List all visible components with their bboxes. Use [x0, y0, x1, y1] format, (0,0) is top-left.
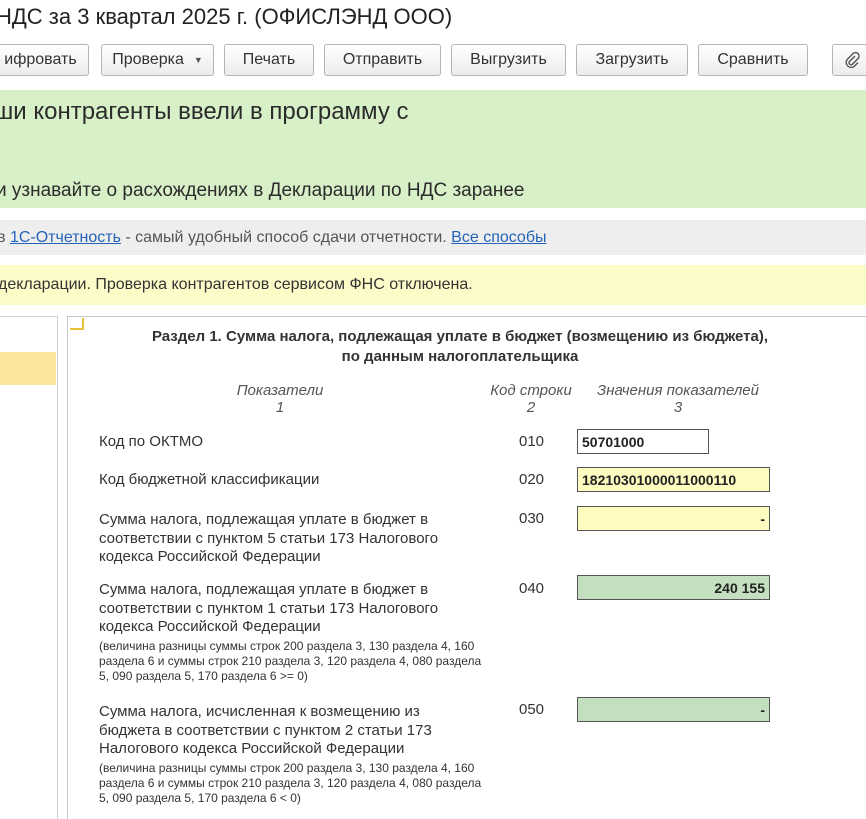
row-040-label-text: Сумма налога, подлежащая уплате в бюджет…: [99, 581, 439, 635]
row-010-code: 010: [519, 433, 545, 450]
header-line-code: Код строки 2: [471, 382, 591, 416]
row-050-label-text: Сумма налога, исчисленная к возмещению и…: [99, 703, 432, 757]
form-corner-marker: [70, 318, 84, 330]
header-line-code-num: 2: [526, 399, 536, 416]
row-020-label: Код бюджетной классификации: [99, 471, 320, 488]
section-title-line2: по данным налогоплательщика: [341, 348, 579, 365]
tax-050-field[interactable]: -: [577, 697, 770, 722]
green-banner-line2: и узнавайте о расхождениях в Декларации …: [0, 180, 525, 201]
row-030-code: 030: [519, 510, 545, 527]
header-indicators-num: 1: [275, 399, 285, 416]
1c-reporting-link[interactable]: 1С-Отчетность: [10, 229, 121, 247]
oktmo-field[interactable]: 50701000: [577, 429, 709, 454]
row-040-code: 040: [519, 580, 545, 597]
section-tree-panel: [0, 316, 58, 819]
header-indicators: Показатели 1: [200, 382, 360, 416]
encrypt-button-label: ифровать: [4, 51, 77, 68]
row-020-code: 020: [519, 471, 545, 488]
send-button[interactable]: Отправить: [324, 44, 441, 76]
row-050-code: 050: [519, 701, 545, 718]
row-050-label: Сумма налога, исчисленная к возмещению и…: [99, 703, 481, 806]
header-values: Значения показателей 3: [583, 382, 773, 416]
warning-banner: декларации. Проверка контрагентов сервис…: [0, 265, 866, 305]
header-line-code-label: Код строки: [490, 382, 572, 399]
reporting-banner-text: - самый удобный способ сдачи отчетности.: [120, 228, 452, 246]
section-title-line1: Раздел 1. Сумма налога, подлежащая уплат…: [151, 328, 769, 345]
reporting-banner: в 1С-Отчетность - самый удобный способ с…: [0, 220, 866, 255]
green-banner-line1: ши контрагенты ввели в программу с: [0, 98, 409, 125]
header-values-num: 3: [673, 399, 683, 416]
header-values-label: Значения показателей: [596, 382, 759, 399]
send-button-label: Отправить: [342, 51, 423, 68]
encrypt-button[interactable]: ифровать: [0, 44, 89, 76]
section-title: Раздел 1. Сумма налога, подлежащая уплат…: [110, 327, 810, 367]
all-methods-link[interactable]: Все способы: [451, 229, 546, 247]
import-button[interactable]: Загрузить: [576, 44, 688, 76]
print-button[interactable]: Печать: [224, 44, 314, 76]
kbk-field[interactable]: 18210301000011000110: [577, 467, 770, 492]
import-button-label: Загрузить: [595, 51, 669, 68]
compare-button-label: Сравнить: [717, 51, 789, 68]
warning-banner-text: декларации. Проверка контрагентов сервис…: [0, 276, 473, 293]
print-button-label: Печать: [242, 51, 296, 68]
compare-button[interactable]: Сравнить: [698, 44, 808, 76]
reporting-banner-prefix: в: [0, 228, 6, 246]
row-030-label: Сумма налога, подлежащая уплате в бюджет…: [99, 511, 439, 565]
check-button[interactable]: Проверка ▼: [101, 44, 214, 76]
export-button-label: Выгрузить: [470, 51, 547, 68]
tax-040-field[interactable]: 240 155: [577, 575, 770, 600]
check-button-label: Проверка: [112, 51, 184, 68]
selected-section-item[interactable]: [0, 352, 56, 385]
row-040-label: Сумма налога, подлежащая уплате в бюджет…: [99, 581, 481, 684]
row-040-note: (величина разницы суммы строк 200 раздел…: [99, 638, 482, 683]
dropdown-arrow-icon: ▼: [193, 55, 203, 65]
row-010-label: Код по ОКТМО: [99, 433, 204, 450]
export-button[interactable]: Выгрузить: [451, 44, 566, 76]
header-indicators-label: Показатели: [236, 382, 324, 399]
tax-030-field[interactable]: -: [577, 506, 770, 531]
paperclip-icon: [845, 51, 860, 69]
row-050-note: (величина разницы суммы строк 200 раздел…: [99, 760, 482, 805]
attach-button[interactable]: [832, 44, 866, 76]
green-info-banner: ши контрагенты ввели в программу с и узн…: [0, 90, 866, 208]
window-title: НДС за 3 квартал 2025 г. (ОФИСЛЭНД ООО): [0, 4, 453, 29]
